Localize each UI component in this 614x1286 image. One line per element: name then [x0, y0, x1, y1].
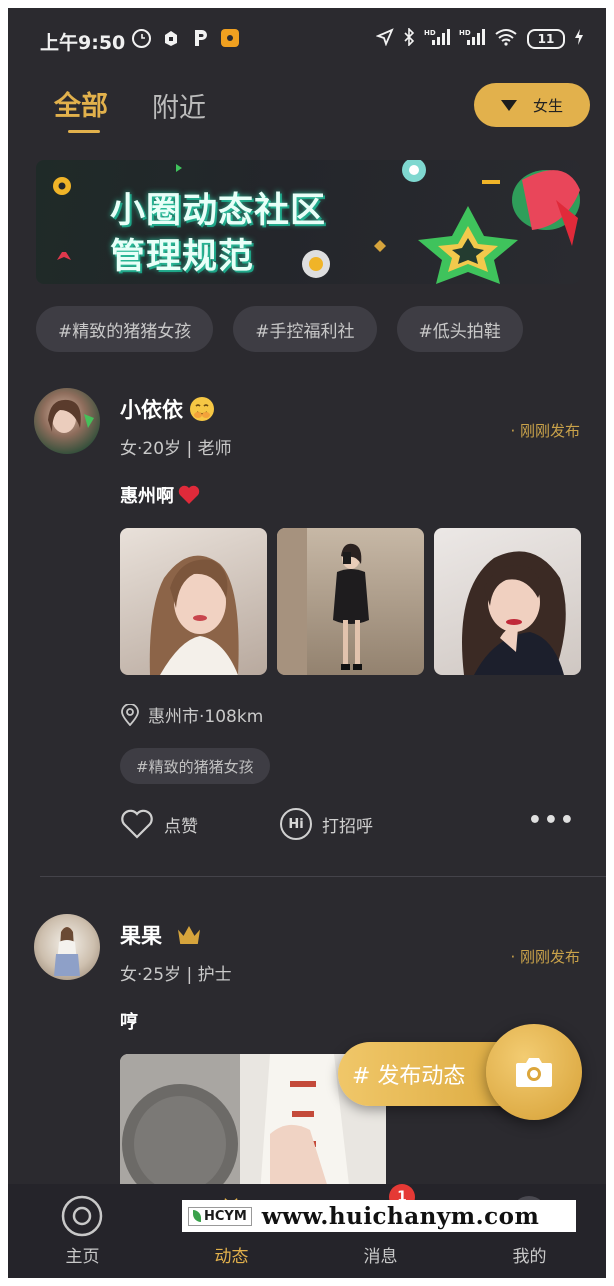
tab-nearby[interactable]: 附近: [152, 86, 206, 125]
vip-crown-icon: [178, 926, 200, 944]
location-pin-icon: [121, 703, 139, 726]
topic-chip-row: #精致的猪猪女孩 #手控福利社 #低头拍鞋: [36, 306, 523, 352]
banner-title-line1: 小圈动态社区: [110, 191, 327, 231]
banner-title-line2: 管理规范: [110, 237, 255, 277]
parking-app-icon: [191, 28, 211, 48]
heart-outline-icon: [121, 809, 153, 839]
post-text-row: 惠州啊: [120, 482, 200, 508]
post-photo[interactable]: [434, 528, 581, 675]
battery-indicator: 11: [527, 29, 565, 49]
feed-post: 小依依 女·20岁 | 老师 · 刚刚发布 惠州啊 惠州市·108km #精致的…: [8, 378, 606, 878]
post-username-row: 小依依: [120, 394, 215, 424]
nav-home-label: 主页: [65, 1247, 100, 1267]
post-location[interactable]: 惠州市·108km: [120, 702, 263, 727]
nav-home[interactable]: 主页: [8, 1184, 157, 1278]
watermark-url: www.huichanym.com: [261, 1202, 540, 1230]
svg-text:HD: HD: [459, 29, 471, 37]
svg-text:HD: HD: [424, 29, 436, 37]
status-system-icons: HD HD 11: [375, 27, 584, 50]
post-actions: 点赞 Hi 打招呼: [120, 808, 373, 840]
dropdown-triangle-icon: [500, 99, 517, 111]
post-photo[interactable]: [277, 528, 424, 675]
topic-chip[interactable]: #手控福利社: [233, 306, 377, 352]
status-notification-icons: [132, 28, 239, 48]
post-text: 惠州啊: [120, 486, 174, 507]
watermark-logo-text: HCYM: [204, 1208, 247, 1224]
signal-hd-icon-2: HD: [459, 28, 485, 50]
leaf-icon: [193, 1210, 201, 1222]
signal-hd-icon: HD: [424, 28, 450, 50]
app-screen: 上午9:50 HD HD 11 全部 附近 女生 小圈动态社区 管理规范 #精致…: [8, 8, 606, 1278]
like-label: 点赞: [164, 816, 198, 837]
community-rules-banner[interactable]: 小圈动态社区 管理规范: [36, 160, 580, 284]
nav-messages-label: 消息: [363, 1247, 398, 1267]
charging-icon: [574, 28, 584, 50]
tab-all[interactable]: 全部: [54, 84, 108, 123]
topic-chip[interactable]: #低头拍鞋: [396, 306, 523, 352]
post-photo-grid: [120, 528, 581, 675]
camera-icon: [516, 1058, 552, 1087]
post-text-row: 哼: [120, 1008, 138, 1034]
gender-filter-button[interactable]: 女生: [474, 83, 590, 127]
avatar[interactable]: [34, 388, 100, 454]
home-circle-icon: [61, 1195, 103, 1237]
avatar[interactable]: [34, 914, 100, 980]
orange-app-icon: [221, 29, 239, 47]
hi-icon: Hi: [280, 808, 312, 840]
post-text: 哼: [120, 1012, 138, 1033]
post-time: · 刚刚发布: [510, 948, 580, 966]
post-topic-tag[interactable]: #精致的猪猪女孩: [120, 748, 270, 784]
watermark-logo: HCYM: [188, 1206, 252, 1226]
post-divider: [40, 876, 606, 877]
post-username[interactable]: 果果: [120, 920, 162, 950]
shy-smile-emoji-icon: [190, 397, 214, 421]
greet-button[interactable]: Hi 打招呼: [280, 808, 373, 840]
app-notification-icon: [161, 28, 181, 48]
watermark: HCYM www.huichanym.com: [182, 1200, 576, 1232]
tab-active-indicator: [68, 130, 100, 133]
post-username[interactable]: 小依依: [120, 394, 183, 424]
status-bar: 上午9:50 HD HD 11: [8, 8, 606, 68]
camera-button[interactable]: [486, 1024, 582, 1120]
greet-label: 打招呼: [322, 816, 373, 837]
nav-feed-label: 动态: [214, 1247, 249, 1267]
post-user-meta: 女·25岁 | 护士: [120, 965, 232, 985]
post-photo[interactable]: [120, 528, 267, 675]
post-user-meta: 女·20岁 | 老师: [120, 439, 232, 459]
post-location-text: 惠州市·108km: [148, 707, 264, 727]
bluetooth-icon: [403, 27, 415, 50]
post-username-row: 果果: [120, 920, 200, 950]
like-button[interactable]: 点赞: [120, 809, 198, 839]
nav-profile-label: 我的: [512, 1247, 547, 1267]
location-arrow-icon: [375, 28, 394, 50]
wifi-icon: [494, 28, 518, 50]
publish-post-label: # 发布动态: [352, 1064, 466, 1089]
post-time: · 刚刚发布: [510, 422, 580, 440]
red-heart-icon: [178, 485, 200, 504]
alarm-icon: [132, 28, 151, 48]
gender-filter-label: 女生: [532, 96, 563, 115]
topic-chip[interactable]: #精致的猪猪女孩: [36, 306, 214, 352]
more-options-icon[interactable]: •••: [528, 808, 576, 833]
status-time: 上午9:50: [40, 32, 126, 54]
